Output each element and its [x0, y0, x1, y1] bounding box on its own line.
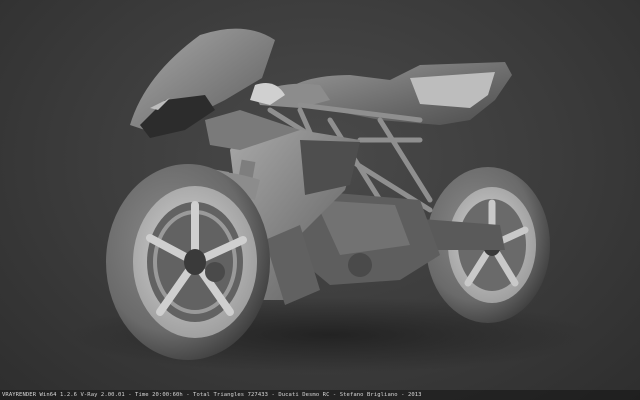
render-info-text: VRAYRENDER Win64 1.2.6 V-Ray 2.00.01 - T… [2, 392, 422, 398]
render-info-bar: VRAYRENDER Win64 1.2.6 V-Ray 2.00.01 - T… [0, 390, 640, 400]
render-viewport: VRAYRENDER Win64 1.2.6 V-Ray 2.00.01 - T… [0, 0, 640, 400]
motorcycle-render [70, 28, 590, 373]
front-fairing [130, 28, 300, 150]
front-wheel [106, 164, 270, 360]
